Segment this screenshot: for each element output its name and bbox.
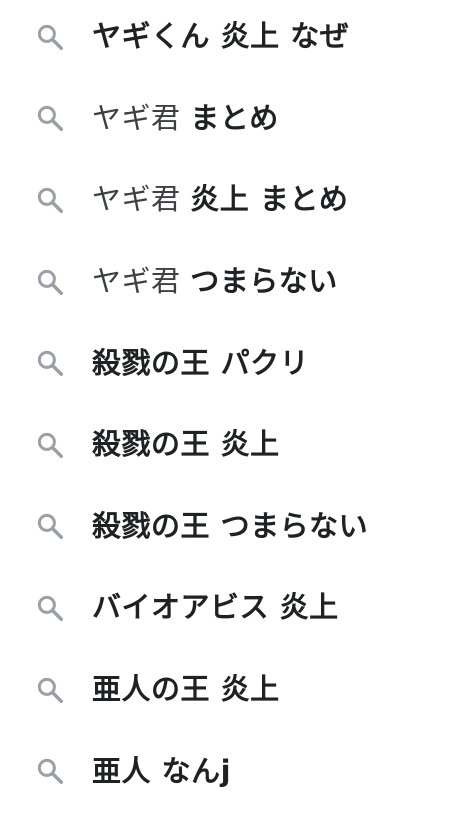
suggestion-text: ヤギ君 つまらない (92, 267, 338, 296)
search-icon (34, 755, 66, 787)
suggestion-text: 亜人の王 炎上 (92, 675, 280, 704)
search-icon (34, 266, 66, 298)
search-icon (34, 21, 66, 53)
suggestion-text: ヤギくん 炎上 なぜ (92, 22, 349, 51)
suggestion-typed-text: ヤギ君 (92, 182, 191, 217)
suggestion-text: 殺戮の王 炎上 (92, 430, 280, 459)
suggestion-completion-text: 殺戮の王 つまらない (92, 508, 369, 543)
suggestion-text: 殺戮の王 つまらない (92, 508, 369, 543)
suggestion-item[interactable]: 亜人の王 炎上 (0, 649, 476, 731)
search-icon (34, 347, 66, 379)
suggestion-completion-text: 亜人 なんj (92, 753, 232, 788)
suggestion-typed-text: ヤギ君 (92, 264, 191, 299)
suggestion-item[interactable]: ヤギ君 炎上 まとめ (0, 159, 476, 241)
suggestion-item[interactable]: ヤギ君 まとめ (0, 78, 476, 160)
suggestion-text: 亜人 なんj (92, 753, 232, 788)
search-icon (34, 592, 66, 624)
search-icon (34, 102, 66, 134)
suggestion-text: ヤギ君 炎上 まとめ (92, 185, 348, 214)
search-icon (34, 674, 66, 706)
suggestion-completion-text: 炎上 まとめ (190, 182, 349, 217)
suggestion-completion-text: つまらない (190, 264, 338, 299)
suggestion-completion-text: 亜人の王 炎上 (92, 672, 280, 707)
suggestion-typed-text: ヤギ君 (92, 100, 191, 135)
suggestion-completion-text: まとめ (190, 100, 279, 135)
suggestion-item[interactable]: 亜人 なんj (0, 730, 476, 812)
suggestion-completion-text: バイオアビス 炎上 (92, 590, 339, 625)
suggestion-item[interactable]: ヤギくん 炎上 なぜ (0, 0, 476, 78)
search-icon (34, 184, 66, 216)
suggestion-text: バイオアビス 炎上 (92, 593, 339, 622)
suggestion-text: ヤギ君 まとめ (92, 100, 279, 135)
suggestion-text: 殺戮の王 パクリ (92, 345, 310, 380)
suggestion-item[interactable]: 殺戮の王 つまらない (0, 486, 476, 568)
search-icon (34, 429, 66, 461)
suggestion-completion-text: ヤギくん 炎上 なぜ (92, 19, 350, 54)
suggestion-item[interactable]: ヤギ君 つまらない (0, 241, 476, 323)
suggestion-completion-text: 殺戮の王 炎上 (92, 427, 280, 462)
search-icon (34, 510, 66, 542)
suggestion-item[interactable]: バイオアビス 炎上 (0, 567, 476, 649)
suggestion-item[interactable]: 殺戮の王 パクリ (0, 322, 476, 404)
search-suggestion-list: ヤギくん 炎上 なぜ ヤギ君 まとめ ヤギ君 炎上 まとめ ヤギ君 つまらない … (0, 0, 476, 812)
suggestion-completion-text: 殺戮の王 パクリ (92, 345, 310, 380)
suggestion-item[interactable]: 殺戮の王 炎上 (0, 404, 476, 486)
